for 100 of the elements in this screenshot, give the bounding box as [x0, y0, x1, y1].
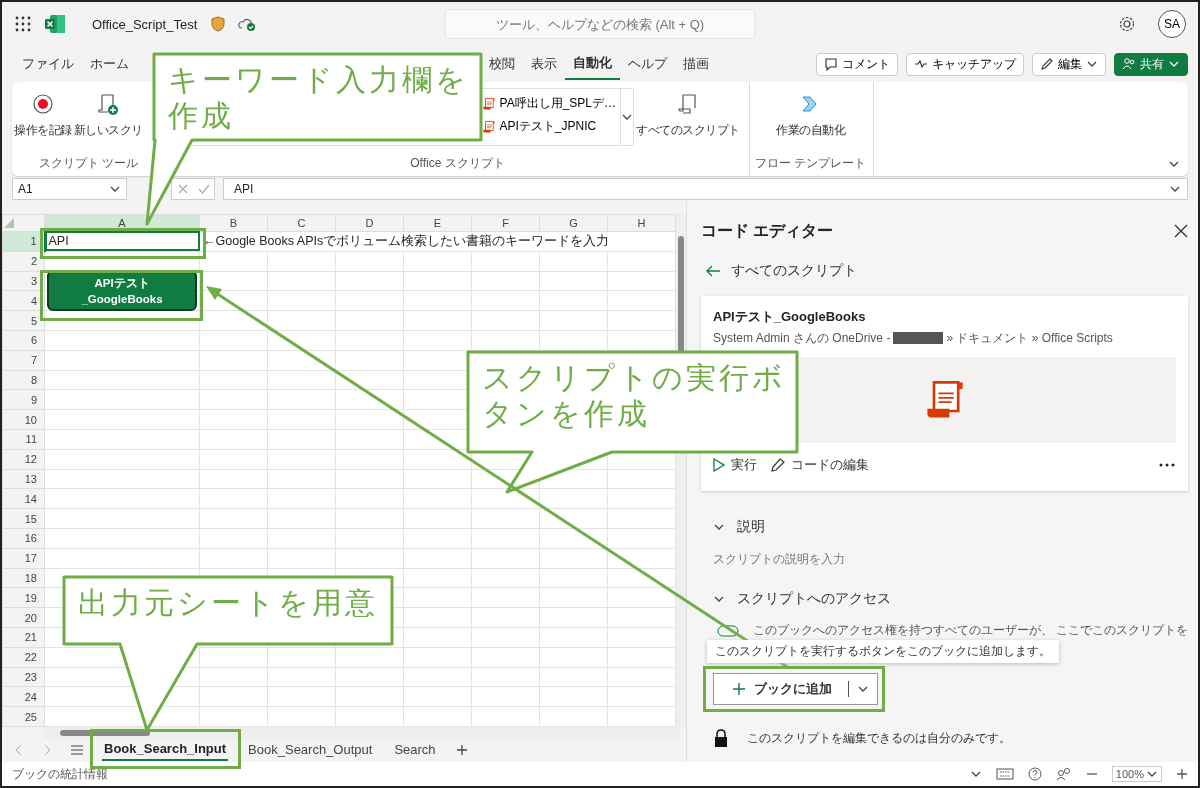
row-header[interactable]: 19: [2, 587, 45, 608]
ribbon-tab[interactable]: ファイル: [14, 49, 82, 79]
formula-field[interactable]: API: [223, 178, 1188, 200]
toggle-switch-icon[interactable]: [717, 624, 739, 637]
ribbon-tab[interactable]: 校閲: [481, 49, 523, 79]
callout-text: キーワード入力欄を作成: [168, 62, 470, 134]
redaction-bar: [893, 332, 944, 344]
keyboard-icon[interactable]: [995, 768, 1014, 780]
help-icon[interactable]: [1027, 767, 1042, 781]
ribbon-tab[interactable]: ヘルプ: [620, 49, 675, 79]
row-header[interactable]: 11: [2, 429, 45, 450]
access-description: このブックへのアクセス権を持つすべてのユーザーが、 ここでこのスクリプトを: [753, 623, 1189, 638]
cloud-check-icon: [237, 16, 258, 32]
lock-icon: [713, 728, 729, 748]
row-header[interactable]: 7: [2, 350, 45, 371]
new-script-button[interactable]: 新しいスクリ: [73, 88, 143, 143]
tooltip: このスクリプトを実行するボタンをこのブックに追加します。: [707, 640, 1059, 663]
automate-button[interactable]: 作業の自動化: [776, 88, 845, 143]
panel-title: コード エディター: [701, 220, 834, 241]
add-to-workbook-button[interactable]: ブックに追加: [713, 673, 878, 705]
script-path: » ドキュメント » Office Scripts: [946, 331, 1113, 345]
share-button[interactable]: 共有: [1114, 52, 1188, 76]
section-header[interactable]: 説明: [701, 517, 1189, 537]
callout-text: スクリプトの実行ボタンを作成: [482, 360, 787, 432]
record-script-button[interactable]: 操作を記録: [14, 88, 72, 143]
column-header[interactable]: F: [471, 214, 540, 231]
file-name[interactable]: Office_Script_Test: [92, 16, 198, 32]
row-header[interactable]: 12: [2, 449, 45, 470]
row-header[interactable]: 17: [2, 548, 45, 569]
account-avatar[interactable]: SA: [1158, 10, 1186, 38]
menu-icon[interactable]: [70, 743, 84, 756]
group-label: スクリプト ツール: [37, 155, 140, 172]
record-icon: [30, 92, 55, 116]
row-header[interactable]: 20: [2, 607, 45, 628]
column-header[interactable]: B: [199, 214, 268, 231]
script-run-button[interactable]: APIテスト _GoogleBooks: [47, 270, 197, 311]
script-path: System Admin さんの OneDrive -: [713, 331, 891, 345]
status-text[interactable]: ブックの統計情報: [12, 765, 108, 783]
sheet-tab[interactable]: Search: [392, 739, 438, 761]
group-label: Office スクリプト: [409, 155, 506, 172]
row-header[interactable]: 23: [2, 667, 45, 687]
column-header[interactable]: D: [335, 214, 404, 231]
run-button[interactable]: 実行: [713, 456, 757, 474]
row-header[interactable]: 8: [2, 370, 45, 390]
add-sheet-icon[interactable]: [455, 743, 468, 756]
table-cell[interactable]: ←Google Books APIsでボリューム検索したい書籍のキーワードを入力: [199, 231, 676, 252]
name-box[interactable]: A1: [12, 178, 127, 200]
pencil-icon: [771, 458, 785, 472]
more-icon[interactable]: [1158, 462, 1177, 468]
ribbon-tab[interactable]: 描画: [675, 49, 717, 79]
zoom-in-icon[interactable]: [1176, 768, 1188, 780]
comment-button[interactable]: コメント: [816, 52, 898, 76]
row-header[interactable]: 25: [2, 706, 45, 727]
ribbon-tab[interactable]: 自動化: [565, 48, 620, 80]
plus-icon: [732, 682, 746, 696]
column-header[interactable]: C: [267, 214, 336, 231]
activity-icon: [914, 57, 928, 71]
row-header[interactable]: 15: [2, 508, 45, 529]
cancel-icon: [176, 183, 189, 195]
script-name: APIテスト_GoogleBooks: [713, 308, 867, 326]
permission-note: このスクリプトを編集できるのは自分のみです。: [747, 729, 1011, 747]
callout-text: 出力元シートを用意: [78, 585, 378, 621]
description-field[interactable]: スクリプトの説明を入力: [701, 549, 1013, 569]
all-scripts-button[interactable]: すべてのスクリプト: [636, 88, 740, 143]
script-icon: [481, 96, 496, 111]
row-header[interactable]: 10: [2, 409, 45, 430]
back-link[interactable]: すべてのスクリプト: [701, 262, 1189, 280]
search-field[interactable]: ツール、ヘルプなどの検索 (Alt + Q): [445, 9, 755, 39]
ribbon-tab[interactable]: ホーム: [82, 49, 137, 79]
row-header[interactable]: 24: [2, 686, 45, 707]
table-cell[interactable]: API: [44, 231, 200, 252]
script-icon: [481, 119, 496, 134]
row-header[interactable]: 16: [2, 528, 45, 549]
row-header[interactable]: 21: [2, 627, 45, 648]
comment-icon: [824, 57, 838, 71]
row-header[interactable]: 6: [2, 330, 45, 351]
ribbon-tab[interactable]: 表示: [523, 49, 565, 79]
shield-icon: [211, 16, 226, 32]
pencil-icon: [1040, 57, 1054, 71]
sheet-tab[interactable]: Book_Search_Output: [246, 739, 375, 761]
column-header[interactable]: E: [403, 214, 472, 231]
edit-button[interactable]: コードの編集: [771, 456, 869, 474]
row-header[interactable]: 13: [2, 469, 45, 489]
zoom-dropdown[interactable]: 100%: [1111, 766, 1162, 782]
back-arrow-icon: [705, 264, 721, 278]
column-header[interactable]: G: [539, 214, 608, 231]
catchup-button[interactable]: キャッチアップ: [906, 52, 1024, 76]
row-header[interactable]: 18: [2, 568, 45, 588]
row-header[interactable]: 22: [2, 647, 45, 668]
row-header[interactable]: 14: [2, 488, 45, 509]
row-header[interactable]: 9: [2, 389, 45, 410]
apps-icon[interactable]: [14, 15, 32, 33]
people-icon[interactable]: [1055, 767, 1072, 781]
column-header[interactable]: H: [607, 214, 676, 231]
gallery-script-item[interactable]: APIテスト_JPNIC: [481, 116, 616, 137]
edit-button[interactable]: 編集: [1032, 52, 1106, 76]
close-icon[interactable]: [1174, 224, 1189, 238]
section-header[interactable]: スクリプトへのアクセス: [701, 589, 1189, 609]
settings-icon[interactable]: [1118, 15, 1136, 33]
gallery-script-item[interactable]: PA呼出し用_SPLデ…: [481, 93, 616, 114]
